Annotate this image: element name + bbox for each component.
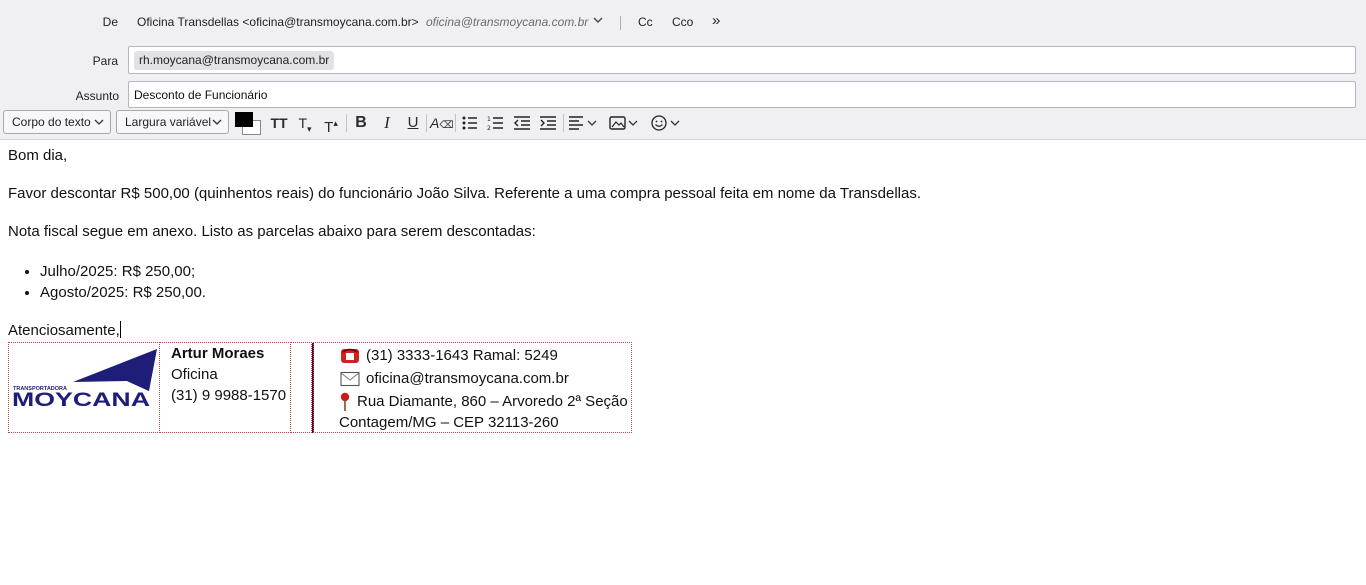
from-select[interactable]: Oficina Transdellas <oficina@transmoycan… (137, 15, 419, 29)
align-icon[interactable] (567, 112, 601, 134)
phone-icon (340, 348, 360, 369)
company-logo: TRANSPORTADORA MOYCANA (12, 349, 157, 411)
text-cursor (119, 321, 121, 338)
signature-name: Artur Moraes (171, 345, 265, 362)
divider (455, 114, 456, 132)
signature-contact-cell: (31) 3333-1643 Ramal: 5249 oficina@trans… (313, 342, 632, 433)
bcc-button[interactable]: Cco (672, 15, 693, 29)
insert-image-icon[interactable] (608, 112, 642, 134)
signature-email[interactable]: oficina@transmoycana.com.br (366, 370, 569, 387)
decrease-font-icon[interactable]: T▾ (294, 112, 316, 134)
from-label: De (102, 15, 118, 29)
greeting-text: Bom dia, (8, 147, 68, 164)
signature-department: Oficina (171, 366, 218, 383)
increase-font-icon[interactable]: T▴ (320, 112, 342, 136)
remove-formatting-icon[interactable]: A⌫ (430, 112, 453, 134)
logo-main-text: MOYCANA (12, 390, 150, 411)
underline-icon[interactable]: U (402, 112, 424, 134)
divider (563, 114, 564, 132)
svg-text:1: 1 (487, 116, 491, 123)
email-icon (340, 371, 360, 392)
font-label: Largura variável (125, 115, 212, 129)
divider (346, 114, 347, 132)
from-identity[interactable]: oficina@transmoycana.com.br (426, 15, 588, 29)
body-paragraph: Favor descontar R$ 500,00 (quinhentos re… (8, 185, 922, 202)
emoji-icon[interactable] (650, 112, 684, 134)
to-field[interactable]: rh.moycana@transmoycana.com.br (128, 46, 1356, 74)
signature-logo-cell: TRANSPORTADORA MOYCANA (8, 342, 160, 433)
chevron-down-icon (94, 111, 104, 142)
subject-input[interactable]: Desconto de Funcionário (134, 88, 267, 102)
italic-icon[interactable]: I (376, 112, 398, 134)
installment-list: Julho/2025: R$ 250,00; Agosto/2025: R$ 2… (0, 261, 206, 303)
chevron-down-icon[interactable] (592, 14, 604, 29)
cc-button[interactable]: Cc (638, 15, 653, 29)
text-color-icon[interactable] (235, 111, 261, 135)
paragraph-format-label: Corpo do texto (12, 115, 91, 129)
font-select[interactable]: Largura variável (116, 110, 229, 134)
signature-phone: (31) 3333-1643 Ramal: 5249 (366, 347, 558, 364)
svg-text:2: 2 (487, 125, 491, 131)
chevron-down-icon (212, 111, 222, 142)
compose-header: De Oficina Transdellas <oficina@transmoy… (0, 0, 1366, 140)
numbered-list-icon[interactable]: 12 (485, 112, 507, 134)
bold-icon[interactable]: B (350, 112, 372, 134)
list-item: Agosto/2025: R$ 250,00. (40, 282, 206, 303)
signature-address-line2: Contagem/MG – CEP 32113-260 (339, 414, 559, 431)
subject-label: Assunto (75, 89, 119, 103)
signature-spacer-cell (290, 342, 314, 433)
format-toolbar: Corpo do texto Largura variável TT T▾ T▴… (0, 110, 1366, 136)
divider (620, 16, 621, 30)
signature-table: TRANSPORTADORA MOYCANA Artur Moraes Ofic… (8, 342, 632, 434)
indent-icon[interactable] (537, 112, 559, 134)
signature-address-line1: Rua Diamante, 860 – Arvoredo 2ª Seção (357, 393, 628, 410)
divider (426, 114, 427, 132)
more-recipients-icon[interactable]: » (712, 12, 720, 29)
from-row: De Oficina Transdellas <oficina@transmoy… (0, 12, 1366, 33)
list-item: Julho/2025: R$ 250,00; (40, 261, 206, 282)
subject-field[interactable]: Desconto de Funcionário (128, 81, 1356, 108)
recipient-pill[interactable]: rh.moycana@transmoycana.com.br (134, 51, 335, 70)
body-paragraph: Nota fiscal segue em anexo. Listo as par… (8, 223, 536, 240)
closing-text: Atenciosamente, (8, 321, 121, 339)
font-size-reset-icon[interactable]: TT (268, 112, 290, 134)
signature-mobile: (31) 9 9988-1570 (171, 387, 287, 404)
to-label: Para (92, 54, 118, 68)
bullet-list-icon[interactable] (459, 112, 481, 134)
signature-name-cell: Artur Moraes Oficina (31) 9 9988-1570 (159, 342, 291, 433)
paragraph-format-select[interactable]: Corpo do texto (3, 110, 111, 134)
outdent-icon[interactable] (511, 112, 533, 134)
